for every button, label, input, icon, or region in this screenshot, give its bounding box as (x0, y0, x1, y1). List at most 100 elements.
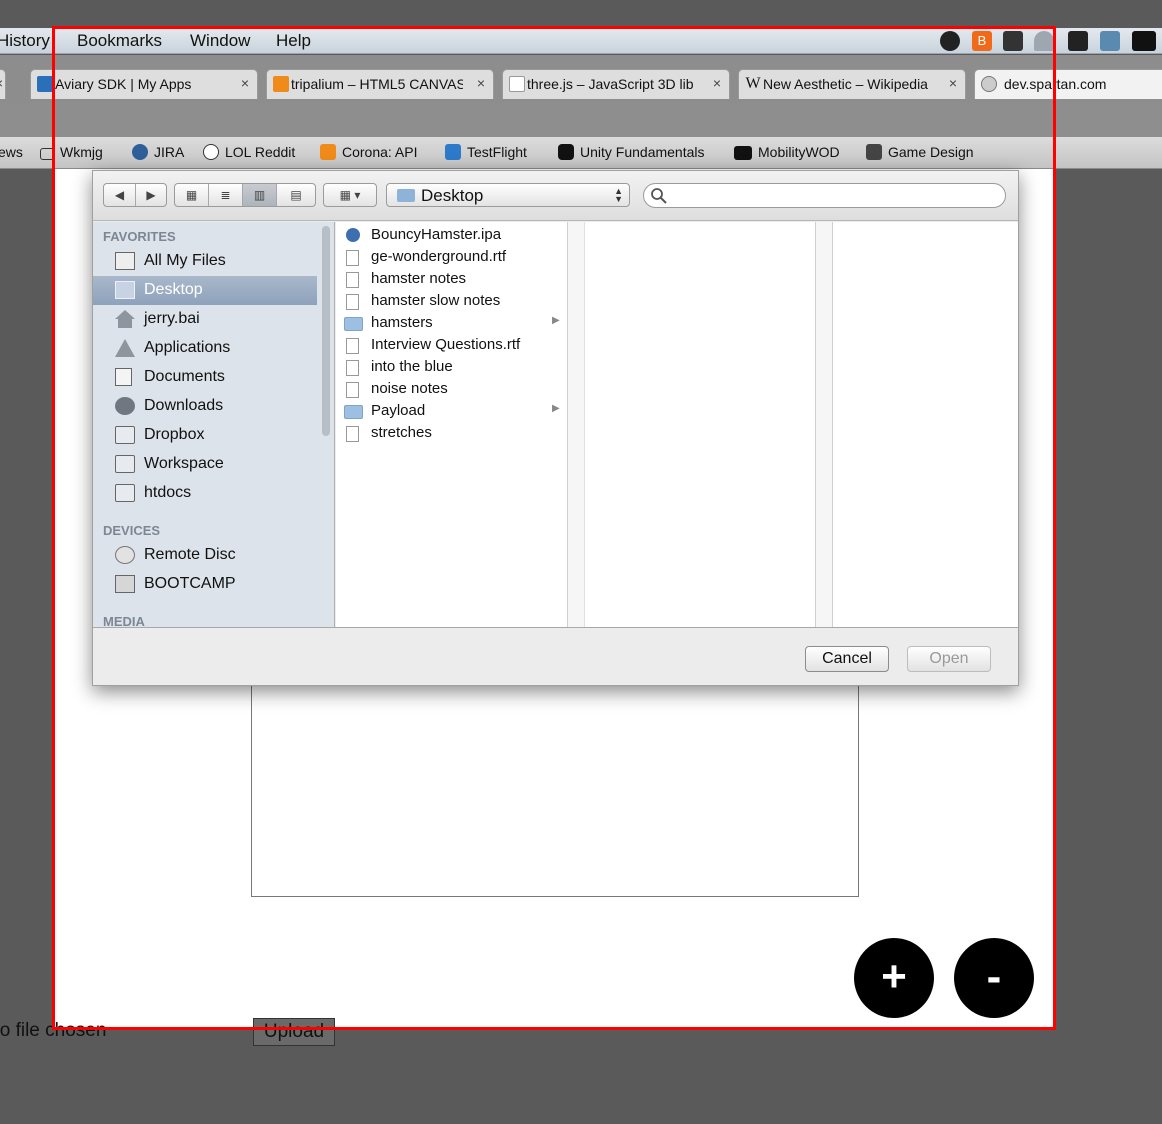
list-item[interactable]: hamsters ▶ (336, 313, 568, 335)
file-status-text: No file chosen (0, 1020, 107, 1041)
location-popup[interactable]: Desktop ▲ ▼ (386, 183, 630, 207)
list-item[interactable]: into the blue (336, 357, 568, 379)
dialog-sidebar: FAVORITES All My Files Desktop jerry.bai… (93, 222, 335, 627)
menu-bookmarks[interactable]: Bookmarks (77, 31, 162, 51)
empty-column (584, 222, 816, 627)
file-open-dialog: ◀ ▶ ▦ ≣ ▥ ▤ ▦ ▾ Desktop ▲ ▼ FAVORITES Al… (92, 170, 1019, 686)
sidebar-item-workspace[interactable]: Workspace (93, 450, 317, 479)
folder-icon (115, 484, 135, 502)
sidebar-item-home[interactable]: jerry.bai (93, 305, 317, 334)
close-icon[interactable]: × (949, 75, 957, 91)
bookmark-testflight[interactable]: TestFlight (445, 144, 527, 160)
tab-wikipedia[interactable]: W New Aesthetic – Wikipedia × (738, 69, 966, 99)
favorites-heading: FAVORITES (103, 229, 176, 244)
app-file-icon (346, 228, 360, 242)
list-item[interactable]: BouncyHamster.ipa (336, 225, 568, 247)
bookmark-game-design[interactable]: Game Design (866, 144, 974, 160)
file-column: BouncyHamster.ipa ge-wonderground.rtf ha… (336, 222, 568, 627)
zoom-in-button[interactable]: + (854, 938, 934, 1018)
sidebar-item-bootcamp[interactable]: BOOTCAMP (93, 570, 317, 599)
bookmark-mobilitywod[interactable]: MobilityWOD (734, 144, 840, 160)
sidebar-item-downloads[interactable]: Downloads (93, 392, 317, 421)
disclosure-arrow-icon: ▶ (552, 403, 560, 414)
empty-column (832, 222, 1018, 627)
close-icon[interactable]: × (713, 75, 721, 91)
ghost-icon[interactable] (940, 31, 960, 51)
bookmark-unity[interactable]: Unity Fundamentals (558, 144, 705, 160)
sidebar-item-applications[interactable]: Applications (93, 334, 317, 363)
list-item[interactable]: Interview Questions.rtf (336, 335, 568, 357)
disc-icon (115, 546, 135, 564)
shield-icon[interactable] (1003, 31, 1023, 51)
list-item[interactable]: ge-wonderground.rtf (336, 247, 568, 269)
list-item[interactable]: noise notes (336, 379, 568, 401)
document-icon (346, 426, 359, 442)
tab-threejs[interactable]: three.js – JavaScript 3D lib × (502, 69, 730, 99)
view-mode-control: ▦ ≣ ▥ ▤ (174, 183, 316, 207)
list-item[interactable]: hamster notes (336, 269, 568, 291)
sidebar-item-all-my-files[interactable]: All My Files (93, 247, 317, 276)
bookmark-corona-api[interactable]: Corona: API (320, 144, 418, 160)
search-icon (651, 188, 667, 204)
menu-help[interactable]: Help (276, 31, 311, 51)
column-view-icon[interactable]: ▥ (243, 184, 277, 206)
tab-tripalium[interactable]: tripalium – HTML5 CANVAS × (266, 69, 494, 99)
sidebar-item-remote-disc[interactable]: Remote Disc (93, 541, 317, 570)
home-icon (115, 310, 135, 328)
mobilitywod-icon (734, 146, 752, 160)
list-item[interactable]: Payload ▶ (336, 401, 568, 423)
folder-icon (344, 405, 363, 419)
bookmark-wkmjg[interactable]: Wkmjg (40, 144, 103, 160)
list-view-icon[interactable]: ≣ (209, 184, 243, 206)
blogger-icon[interactable]: B (972, 31, 992, 51)
desktop-icon (115, 281, 135, 299)
sidebar-item-desktop[interactable]: Desktop (93, 276, 317, 305)
back-button[interactable]: ◀ (104, 184, 136, 206)
image-canvas[interactable] (251, 660, 859, 897)
bookmark-ews[interactable]: ews (0, 144, 23, 160)
folder-icon (115, 455, 135, 473)
sidebar-scrollbar[interactable] (322, 226, 330, 436)
folder-icon (344, 317, 363, 331)
dropbox-sync-icon[interactable] (1100, 31, 1120, 51)
list-item[interactable]: hamster slow notes (336, 291, 568, 313)
forward-button[interactable]: ▶ (136, 184, 166, 206)
coverflow-view-icon[interactable]: ▤ (277, 184, 315, 206)
arrange-grid-icon: ▦ ▾ (339, 188, 361, 202)
hard-drive-icon (115, 575, 135, 593)
tab-aviary[interactable]: Aviary SDK | My Apps × (30, 69, 258, 99)
sidebar-item-documents[interactable]: Documents (93, 363, 317, 392)
close-icon[interactable]: × (0, 75, 3, 91)
column-resize-handle[interactable] (568, 222, 584, 627)
zoom-out-button[interactable]: - (954, 938, 1034, 1018)
arrange-button[interactable]: ▦ ▾ (323, 183, 377, 207)
toolbar-row (0, 103, 1162, 137)
bookmark-jira[interactable]: JIRA (132, 144, 184, 160)
close-icon[interactable]: × (477, 75, 485, 91)
open-button[interactable]: Open (907, 646, 991, 672)
tab-strip: × Aviary SDK | My Apps × tripalium – HTM… (0, 55, 1162, 103)
column-gap (816, 222, 832, 627)
document-icon (346, 360, 359, 376)
tab-partial[interactable]: × (0, 69, 6, 99)
bookmark-lol-reddit[interactable]: LOL Reddit (203, 144, 295, 160)
menu-window[interactable]: Window (190, 31, 250, 51)
game-design-icon (866, 144, 882, 160)
dialog-toolbar: ◀ ▶ ▦ ≣ ▥ ▤ ▦ ▾ Desktop ▲ ▼ (93, 171, 1018, 221)
jira-icon (132, 144, 148, 160)
close-icon[interactable]: × (241, 75, 249, 91)
tab-spartan-active[interactable]: dev.spartan.com (974, 69, 1162, 99)
cancel-button[interactable]: Cancel (805, 646, 889, 672)
window-copy-icon[interactable] (1068, 31, 1088, 51)
upload-button[interactable]: Upload (253, 1018, 335, 1046)
menu-history[interactable]: History (0, 31, 50, 51)
sidebar-item-dropbox[interactable]: Dropbox (93, 421, 317, 450)
bookmark-icon (40, 148, 54, 160)
notification-bell-icon[interactable] (1034, 31, 1054, 51)
list-item[interactable]: stretches (336, 423, 568, 445)
document-icon (346, 272, 359, 288)
corona-icon (320, 144, 336, 160)
icon-view-icon[interactable]: ▦ (175, 184, 209, 206)
search-field[interactable] (643, 183, 1006, 208)
sidebar-item-htdocs[interactable]: htdocs (93, 479, 317, 508)
